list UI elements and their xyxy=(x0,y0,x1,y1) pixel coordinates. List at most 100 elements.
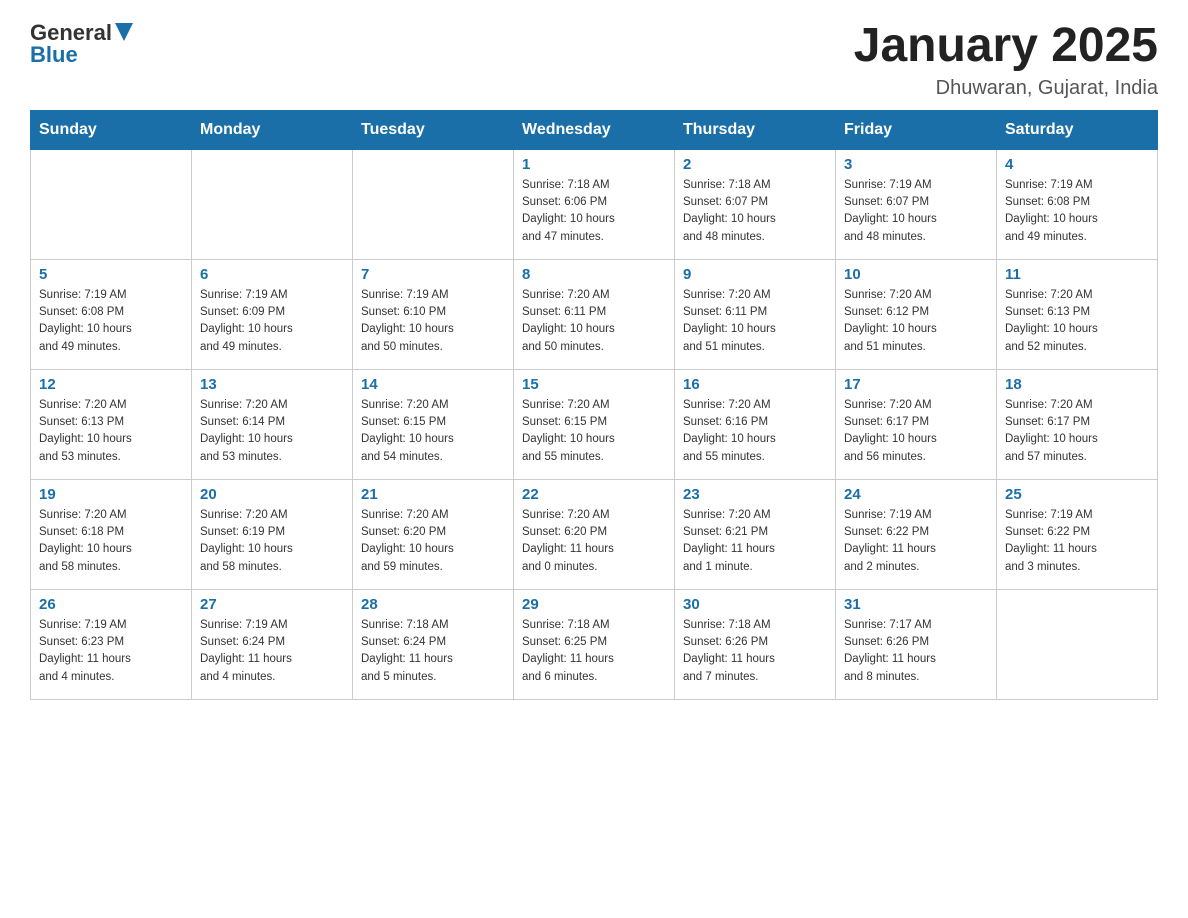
header-row: Sunday Monday Tuesday Wednesday Thursday… xyxy=(31,110,1158,149)
day-number: 18 xyxy=(1005,376,1149,393)
day-number: 26 xyxy=(39,596,183,613)
day-info: Sunrise: 7:20 AM Sunset: 6:17 PM Dayligh… xyxy=(844,397,988,466)
day-number: 8 xyxy=(522,266,666,283)
day-info: Sunrise: 7:19 AM Sunset: 6:24 PM Dayligh… xyxy=(200,617,344,686)
calendar-subtitle: Dhuwaran, Gujarat, India xyxy=(854,77,1158,100)
calendar-cell: 10Sunrise: 7:20 AM Sunset: 6:12 PM Dayli… xyxy=(836,259,997,369)
day-number: 19 xyxy=(39,486,183,503)
week-row-3: 12 Sunrise: 7:20 AM Sunset: 6:13 PM Dayli… xyxy=(31,369,1158,479)
day-info: Sunrise: 7:20 AM Sunset: 6:15 PM Dayligh… xyxy=(522,397,666,466)
day-info: Sunrise: 7:18 AM Sunset: 6:06 PM Dayligh… xyxy=(522,177,666,246)
calendar-cell: 1 Sunrise: 7:18 AM Sunset: 6:06 PM Daylig… xyxy=(514,149,675,259)
day-number: 20 xyxy=(200,486,344,503)
day-number: 13 xyxy=(200,376,344,393)
day-info: Sunrise: 7:20 AM Sunset: 6:18 PM Dayligh… xyxy=(39,507,183,576)
calendar-cell xyxy=(31,149,192,259)
day-number: 1 xyxy=(522,156,666,173)
day-info: Sunrise: 7:20 AM Sunset: 6:11 PM Dayligh… xyxy=(683,287,827,356)
day-info: Sunrise: 7:20 AM Sunset: 6:13 PM Dayligh… xyxy=(1005,287,1149,356)
calendar-cell: 4 Sunrise: 7:19 AM Sunset: 6:08 PM Daylig… xyxy=(997,149,1158,259)
calendar-cell xyxy=(353,149,514,259)
calendar-cell xyxy=(192,149,353,259)
day-number: 25 xyxy=(1005,486,1149,503)
header-saturday: Saturday xyxy=(997,110,1158,149)
day-info: Sunrise: 7:19 AM Sunset: 6:09 PM Dayligh… xyxy=(200,287,344,356)
day-info: Sunrise: 7:20 AM Sunset: 6:12 PM Dayligh… xyxy=(844,287,988,356)
calendar-table: Sunday Monday Tuesday Wednesday Thursday… xyxy=(30,110,1158,700)
calendar-cell: 15 Sunrise: 7:20 AM Sunset: 6:15 PM Dayli… xyxy=(514,369,675,479)
day-info: Sunrise: 7:20 AM Sunset: 6:14 PM Dayligh… xyxy=(200,397,344,466)
day-number: 14 xyxy=(361,376,505,393)
day-number: 23 xyxy=(683,486,827,503)
day-number: 27 xyxy=(200,596,344,613)
calendar-cell: 24Sunrise: 7:19 AM Sunset: 6:22 PM Dayli… xyxy=(836,479,997,589)
day-number: 16 xyxy=(683,376,827,393)
calendar-cell: 6 Sunrise: 7:19 AM Sunset: 6:09 PM Daylig… xyxy=(192,259,353,369)
calendar-title: January 2025 xyxy=(854,20,1158,73)
day-number: 3 xyxy=(844,156,988,173)
day-number: 29 xyxy=(522,596,666,613)
day-info: Sunrise: 7:19 AM Sunset: 6:22 PM Dayligh… xyxy=(844,507,988,576)
calendar-cell: 3 Sunrise: 7:19 AM Sunset: 6:07 PM Daylig… xyxy=(836,149,997,259)
calendar-cell: 17Sunrise: 7:20 AM Sunset: 6:17 PM Dayli… xyxy=(836,369,997,479)
day-info: Sunrise: 7:20 AM Sunset: 6:21 PM Dayligh… xyxy=(683,507,827,576)
logo-triangle-icon xyxy=(115,23,133,41)
day-info: Sunrise: 7:20 AM Sunset: 6:13 PM Dayligh… xyxy=(39,397,183,466)
calendar-cell: 9 Sunrise: 7:20 AM Sunset: 6:11 PM Daylig… xyxy=(675,259,836,369)
day-info: Sunrise: 7:17 AM Sunset: 6:26 PM Dayligh… xyxy=(844,617,988,686)
calendar-cell: 7 Sunrise: 7:19 AM Sunset: 6:10 PM Daylig… xyxy=(353,259,514,369)
calendar-cell: 23 Sunrise: 7:20 AM Sunset: 6:21 PM Dayli… xyxy=(675,479,836,589)
day-info: Sunrise: 7:20 AM Sunset: 6:20 PM Dayligh… xyxy=(361,507,505,576)
day-number: 4 xyxy=(1005,156,1149,173)
week-row-4: 19 Sunrise: 7:20 AM Sunset: 6:18 PM Dayli… xyxy=(31,479,1158,589)
calendar-cell: 12 Sunrise: 7:20 AM Sunset: 6:13 PM Dayli… xyxy=(31,369,192,479)
day-info: Sunrise: 7:18 AM Sunset: 6:26 PM Dayligh… xyxy=(683,617,827,686)
calendar-cell: 27 Sunrise: 7:19 AM Sunset: 6:24 PM Dayli… xyxy=(192,589,353,699)
day-info: Sunrise: 7:19 AM Sunset: 6:08 PM Dayligh… xyxy=(1005,177,1149,246)
day-number: 5 xyxy=(39,266,183,283)
day-number: 15 xyxy=(522,376,666,393)
calendar-cell: 13 Sunrise: 7:20 AM Sunset: 6:14 PM Dayli… xyxy=(192,369,353,479)
day-info: Sunrise: 7:19 AM Sunset: 6:07 PM Dayligh… xyxy=(844,177,988,246)
day-number: 6 xyxy=(200,266,344,283)
calendar-cell: 28 Sunrise: 7:18 AM Sunset: 6:24 PM Dayli… xyxy=(353,589,514,699)
day-number: 22 xyxy=(522,486,666,503)
day-info: Sunrise: 7:18 AM Sunset: 6:25 PM Dayligh… xyxy=(522,617,666,686)
day-info: Sunrise: 7:19 AM Sunset: 6:22 PM Dayligh… xyxy=(1005,507,1149,576)
week-row-2: 5 Sunrise: 7:19 AM Sunset: 6:08 PM Daylig… xyxy=(31,259,1158,369)
calendar-header: Sunday Monday Tuesday Wednesday Thursday… xyxy=(31,110,1158,149)
calendar-cell: 16 Sunrise: 7:20 AM Sunset: 6:16 PM Dayli… xyxy=(675,369,836,479)
calendar-cell: 30 Sunrise: 7:18 AM Sunset: 6:26 PM Dayli… xyxy=(675,589,836,699)
day-info: Sunrise: 7:19 AM Sunset: 6:23 PM Dayligh… xyxy=(39,617,183,686)
header-thursday: Thursday xyxy=(675,110,836,149)
header-tuesday: Tuesday xyxy=(353,110,514,149)
day-number: 30 xyxy=(683,596,827,613)
header-wednesday: Wednesday xyxy=(514,110,675,149)
day-number: 21 xyxy=(361,486,505,503)
calendar-cell: 5 Sunrise: 7:19 AM Sunset: 6:08 PM Daylig… xyxy=(31,259,192,369)
day-info: Sunrise: 7:20 AM Sunset: 6:16 PM Dayligh… xyxy=(683,397,827,466)
logo: General Blue xyxy=(30,20,133,68)
week-row-5: 26 Sunrise: 7:19 AM Sunset: 6:23 PM Dayli… xyxy=(31,589,1158,699)
day-number: 7 xyxy=(361,266,505,283)
calendar-body: 1 Sunrise: 7:18 AM Sunset: 6:06 PM Daylig… xyxy=(31,149,1158,699)
day-number: 9 xyxy=(683,266,827,283)
calendar-cell: 26 Sunrise: 7:19 AM Sunset: 6:23 PM Dayli… xyxy=(31,589,192,699)
header-sunday: Sunday xyxy=(31,110,192,149)
day-info: Sunrise: 7:18 AM Sunset: 6:24 PM Dayligh… xyxy=(361,617,505,686)
title-section: January 2025 Dhuwaran, Gujarat, India xyxy=(854,20,1158,100)
day-info: Sunrise: 7:19 AM Sunset: 6:08 PM Dayligh… xyxy=(39,287,183,356)
calendar-cell: 22 Sunrise: 7:20 AM Sunset: 6:20 PM Dayli… xyxy=(514,479,675,589)
day-number: 28 xyxy=(361,596,505,613)
calendar-cell: 31 Sunrise: 7:17 AM Sunset: 6:26 PM Dayli… xyxy=(836,589,997,699)
day-info: Sunrise: 7:20 AM Sunset: 6:19 PM Dayligh… xyxy=(200,507,344,576)
day-info: Sunrise: 7:20 AM Sunset: 6:20 PM Dayligh… xyxy=(522,507,666,576)
day-number: 11 xyxy=(1005,266,1149,283)
day-number: 12 xyxy=(39,376,183,393)
calendar-cell: 2Sunrise: 7:18 AM Sunset: 6:07 PM Daylig… xyxy=(675,149,836,259)
day-number: 31 xyxy=(844,596,988,613)
calendar-cell: 11 Sunrise: 7:20 AM Sunset: 6:13 PM Dayli… xyxy=(997,259,1158,369)
calendar-cell: 21 Sunrise: 7:20 AM Sunset: 6:20 PM Dayli… xyxy=(353,479,514,589)
header-friday: Friday xyxy=(836,110,997,149)
day-info: Sunrise: 7:19 AM Sunset: 6:10 PM Dayligh… xyxy=(361,287,505,356)
